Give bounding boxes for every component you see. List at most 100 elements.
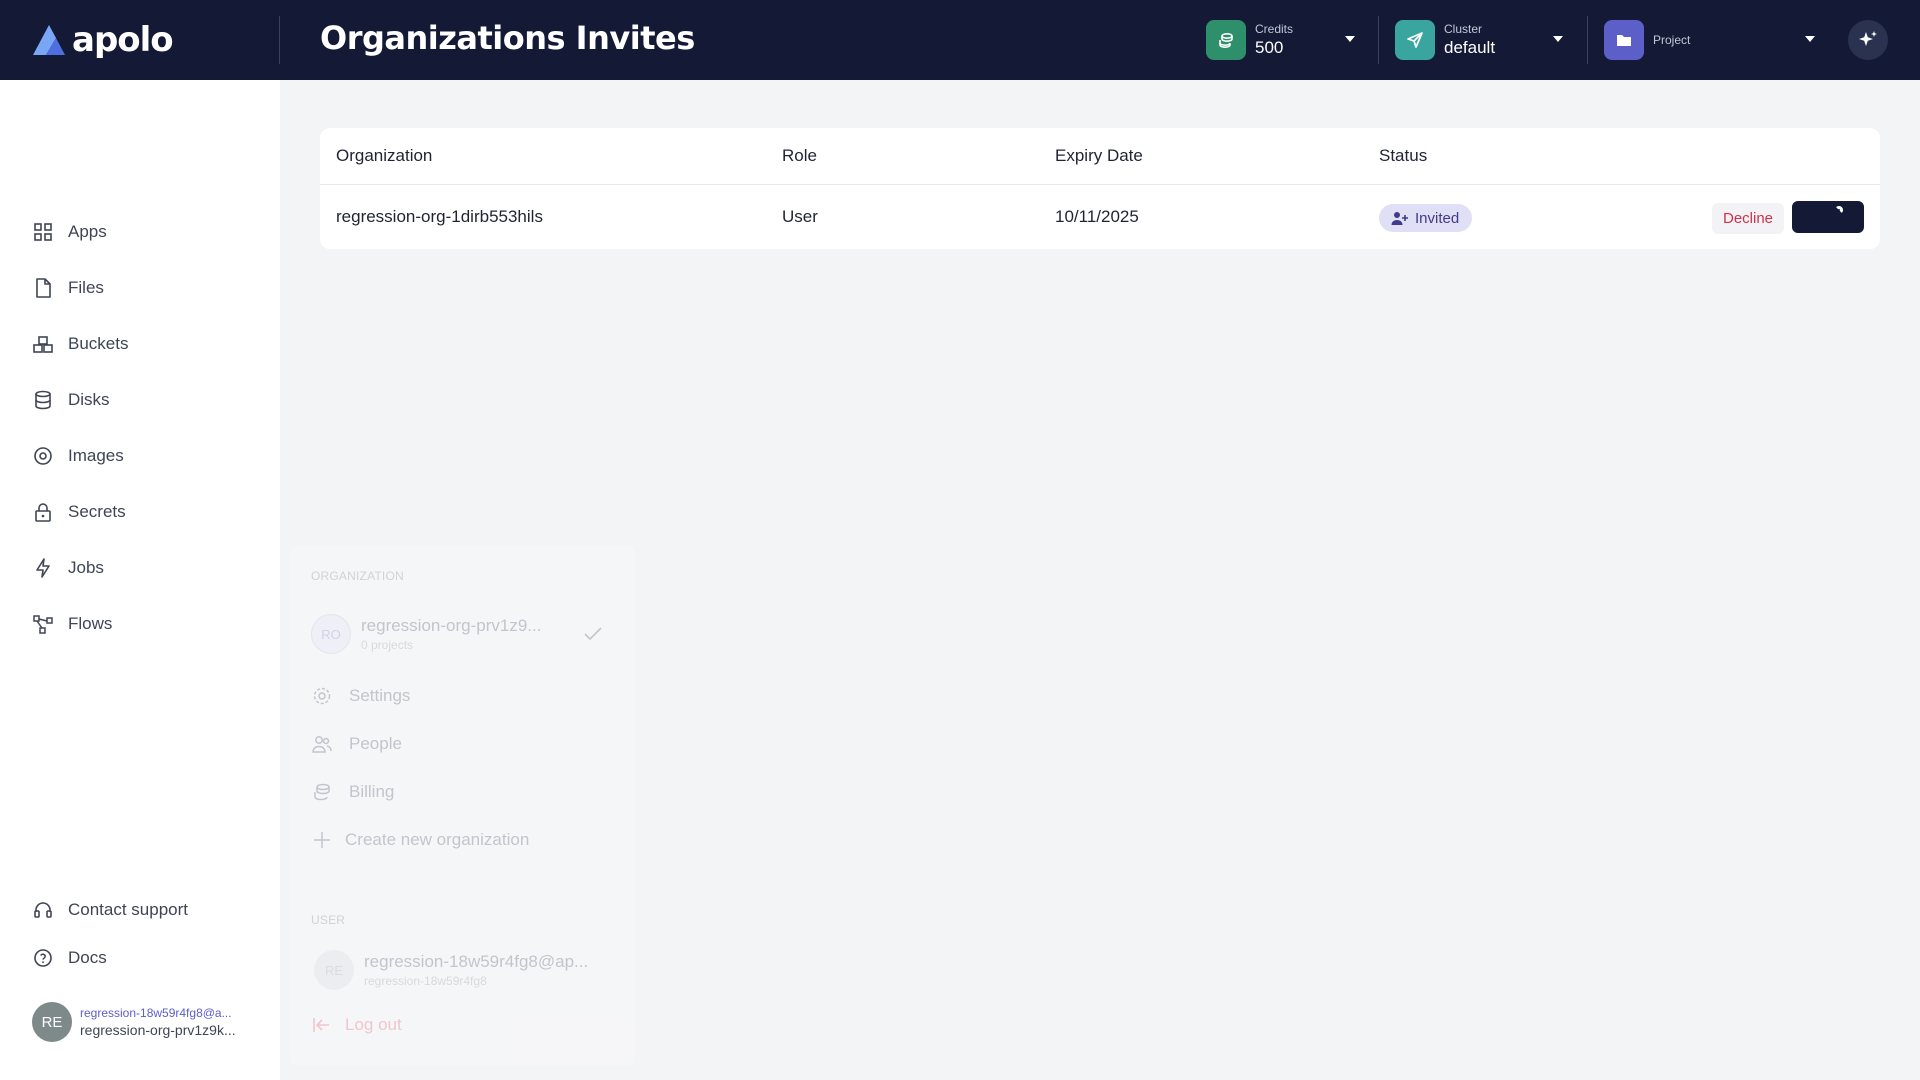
org-avatar: RO [311,614,351,654]
credits-value: 500 [1255,38,1284,57]
cell-role: User [782,207,818,226]
column-header-expiry-date: Expiry Date [1055,146,1143,165]
apolo-logo[interactable]: apolo [30,18,174,62]
chevron-down-icon [1553,36,1563,42]
people-icon [312,736,332,753]
user-avatar: RE [314,950,354,990]
popover-create-organization[interactable]: Create new organization [311,828,529,852]
column-header-organization: Organization [336,146,433,165]
column-header-status: Status [1379,146,1428,165]
lock-icon [35,503,51,522]
decline-button[interactable]: Decline [1712,203,1784,234]
gear-icon [313,687,331,705]
sidebar-item-label: Contact support [68,900,189,919]
project-label: Project [1653,33,1691,47]
apps-grid-icon [34,223,52,241]
loading-spinner-icon [1835,206,1843,214]
popover-item-label: Create new organization [345,830,530,849]
help-circle-icon [34,949,52,967]
cell-expiry-date: 10/11/2025 [1055,207,1139,226]
accept-button[interactable] [1792,201,1864,233]
popover-item-label: People [349,734,402,753]
avatar: RE [32,1002,72,1042]
status-text: Invited [1415,209,1460,227]
image-disc-icon [34,447,52,465]
send-icon [1395,20,1435,60]
status-badge: Invited [1379,204,1473,232]
credits-label: Credits [1255,22,1294,36]
popover-item-label: Settings [349,686,411,705]
database-icon [35,390,51,410]
header-divider [279,16,280,64]
sidebar-item-label: Flows [68,614,113,633]
organization-popover: ORGANIZATION RO regression-org-prv1z9...… [290,546,635,1066]
file-icon [36,278,51,298]
project-selector[interactable]: Project [1604,19,1815,61]
sidebar-item-label: Buckets [68,334,129,353]
popover-section-label: ORGANIZATION [311,569,404,583]
popover-org-item[interactable]: RO regression-org-prv1z9... 0 projects [311,614,541,654]
chevron-down-icon [1805,36,1815,42]
logout-icon [313,1018,329,1032]
sidebar-item-label: Secrets [68,502,126,521]
coins-icon [314,783,330,801]
sidebar-item-jobs[interactable]: Jobs [32,553,104,583]
sidebar-item-flows[interactable]: Flows [32,609,112,639]
logo-text: apolo [72,20,174,60]
sidebar-item-contact-support[interactable]: Contact support [32,895,188,925]
sidebar-item-label: Apps [68,222,107,241]
lightning-icon [36,558,50,578]
header-separator [1587,16,1588,64]
folder-icon [1604,20,1644,60]
bucket-icon [33,336,53,353]
popover-user-name: regression-18w59r4fg8 [364,974,487,988]
divider [320,184,1880,185]
logout-label: Log out [345,1015,402,1034]
chevron-down-icon [1345,36,1355,42]
check-icon [584,627,602,641]
column-header-role: Role [782,146,817,165]
plus-icon [314,832,330,848]
page-title: Organizations Invites [320,19,695,57]
popover-people[interactable]: People [311,732,402,756]
sidebar-item-disks[interactable]: Disks [32,385,110,415]
top-header: apolo Organizations Invites Credits 500 … [0,0,1920,80]
popover-user-email: regression-18w59r4fg8@ap... [364,952,589,971]
user-email: regression-18w59r4fg8@a... [80,1006,232,1020]
sidebar: Apps Files Buckets Disks Images Secrets … [0,80,280,1080]
org-name: regression-org-prv1z9... [361,616,542,635]
header-separator [1378,16,1379,64]
cell-organization: regression-org-1dirb553hils [336,207,543,226]
popover-section-label: USER [311,913,346,927]
org-projects: 0 projects [361,638,414,652]
credits-selector[interactable]: Credits 500 [1206,19,1356,61]
ai-assistant-button[interactable] [1848,20,1888,60]
sparkles-icon [1859,31,1877,46]
sidebar-item-buckets[interactable]: Buckets [32,329,128,359]
sidebar-item-label: Files [68,278,104,297]
sidebar-item-label: Docs [68,948,107,967]
invites-table: Organization Role Expiry Date Status reg… [320,128,1880,249]
cluster-value: default [1444,38,1496,57]
popover-user-item[interactable]: RE regression-18w59r4fg8@ap... regressio… [314,950,588,990]
sidebar-item-secrets[interactable]: Secrets [32,497,126,527]
flows-icon [33,615,53,634]
user-menu[interactable]: RE regression-18w59r4fg8@a... regression… [32,1002,236,1042]
cluster-label: Cluster [1444,22,1483,36]
logout-button[interactable]: Log out [311,1013,402,1037]
headset-icon [34,902,52,918]
popover-settings[interactable]: Settings [311,684,410,708]
sidebar-item-label: Images [68,446,124,465]
sidebar-item-files[interactable]: Files [32,273,104,303]
cluster-selector[interactable]: Cluster default [1395,19,1565,61]
user-plus-icon [1391,212,1408,225]
user-org: regression-org-prv1z9k... [80,1022,236,1038]
popover-item-label: Billing [349,782,395,801]
apolo-logo-icon [33,25,65,55]
sidebar-item-images[interactable]: Images [32,441,124,471]
sidebar-item-docs[interactable]: Docs [32,943,107,973]
popover-billing[interactable]: Billing [311,780,394,804]
sidebar-item-label: Jobs [68,558,104,577]
sidebar-item-apps[interactable]: Apps [32,217,107,247]
coins-icon [1206,20,1246,60]
